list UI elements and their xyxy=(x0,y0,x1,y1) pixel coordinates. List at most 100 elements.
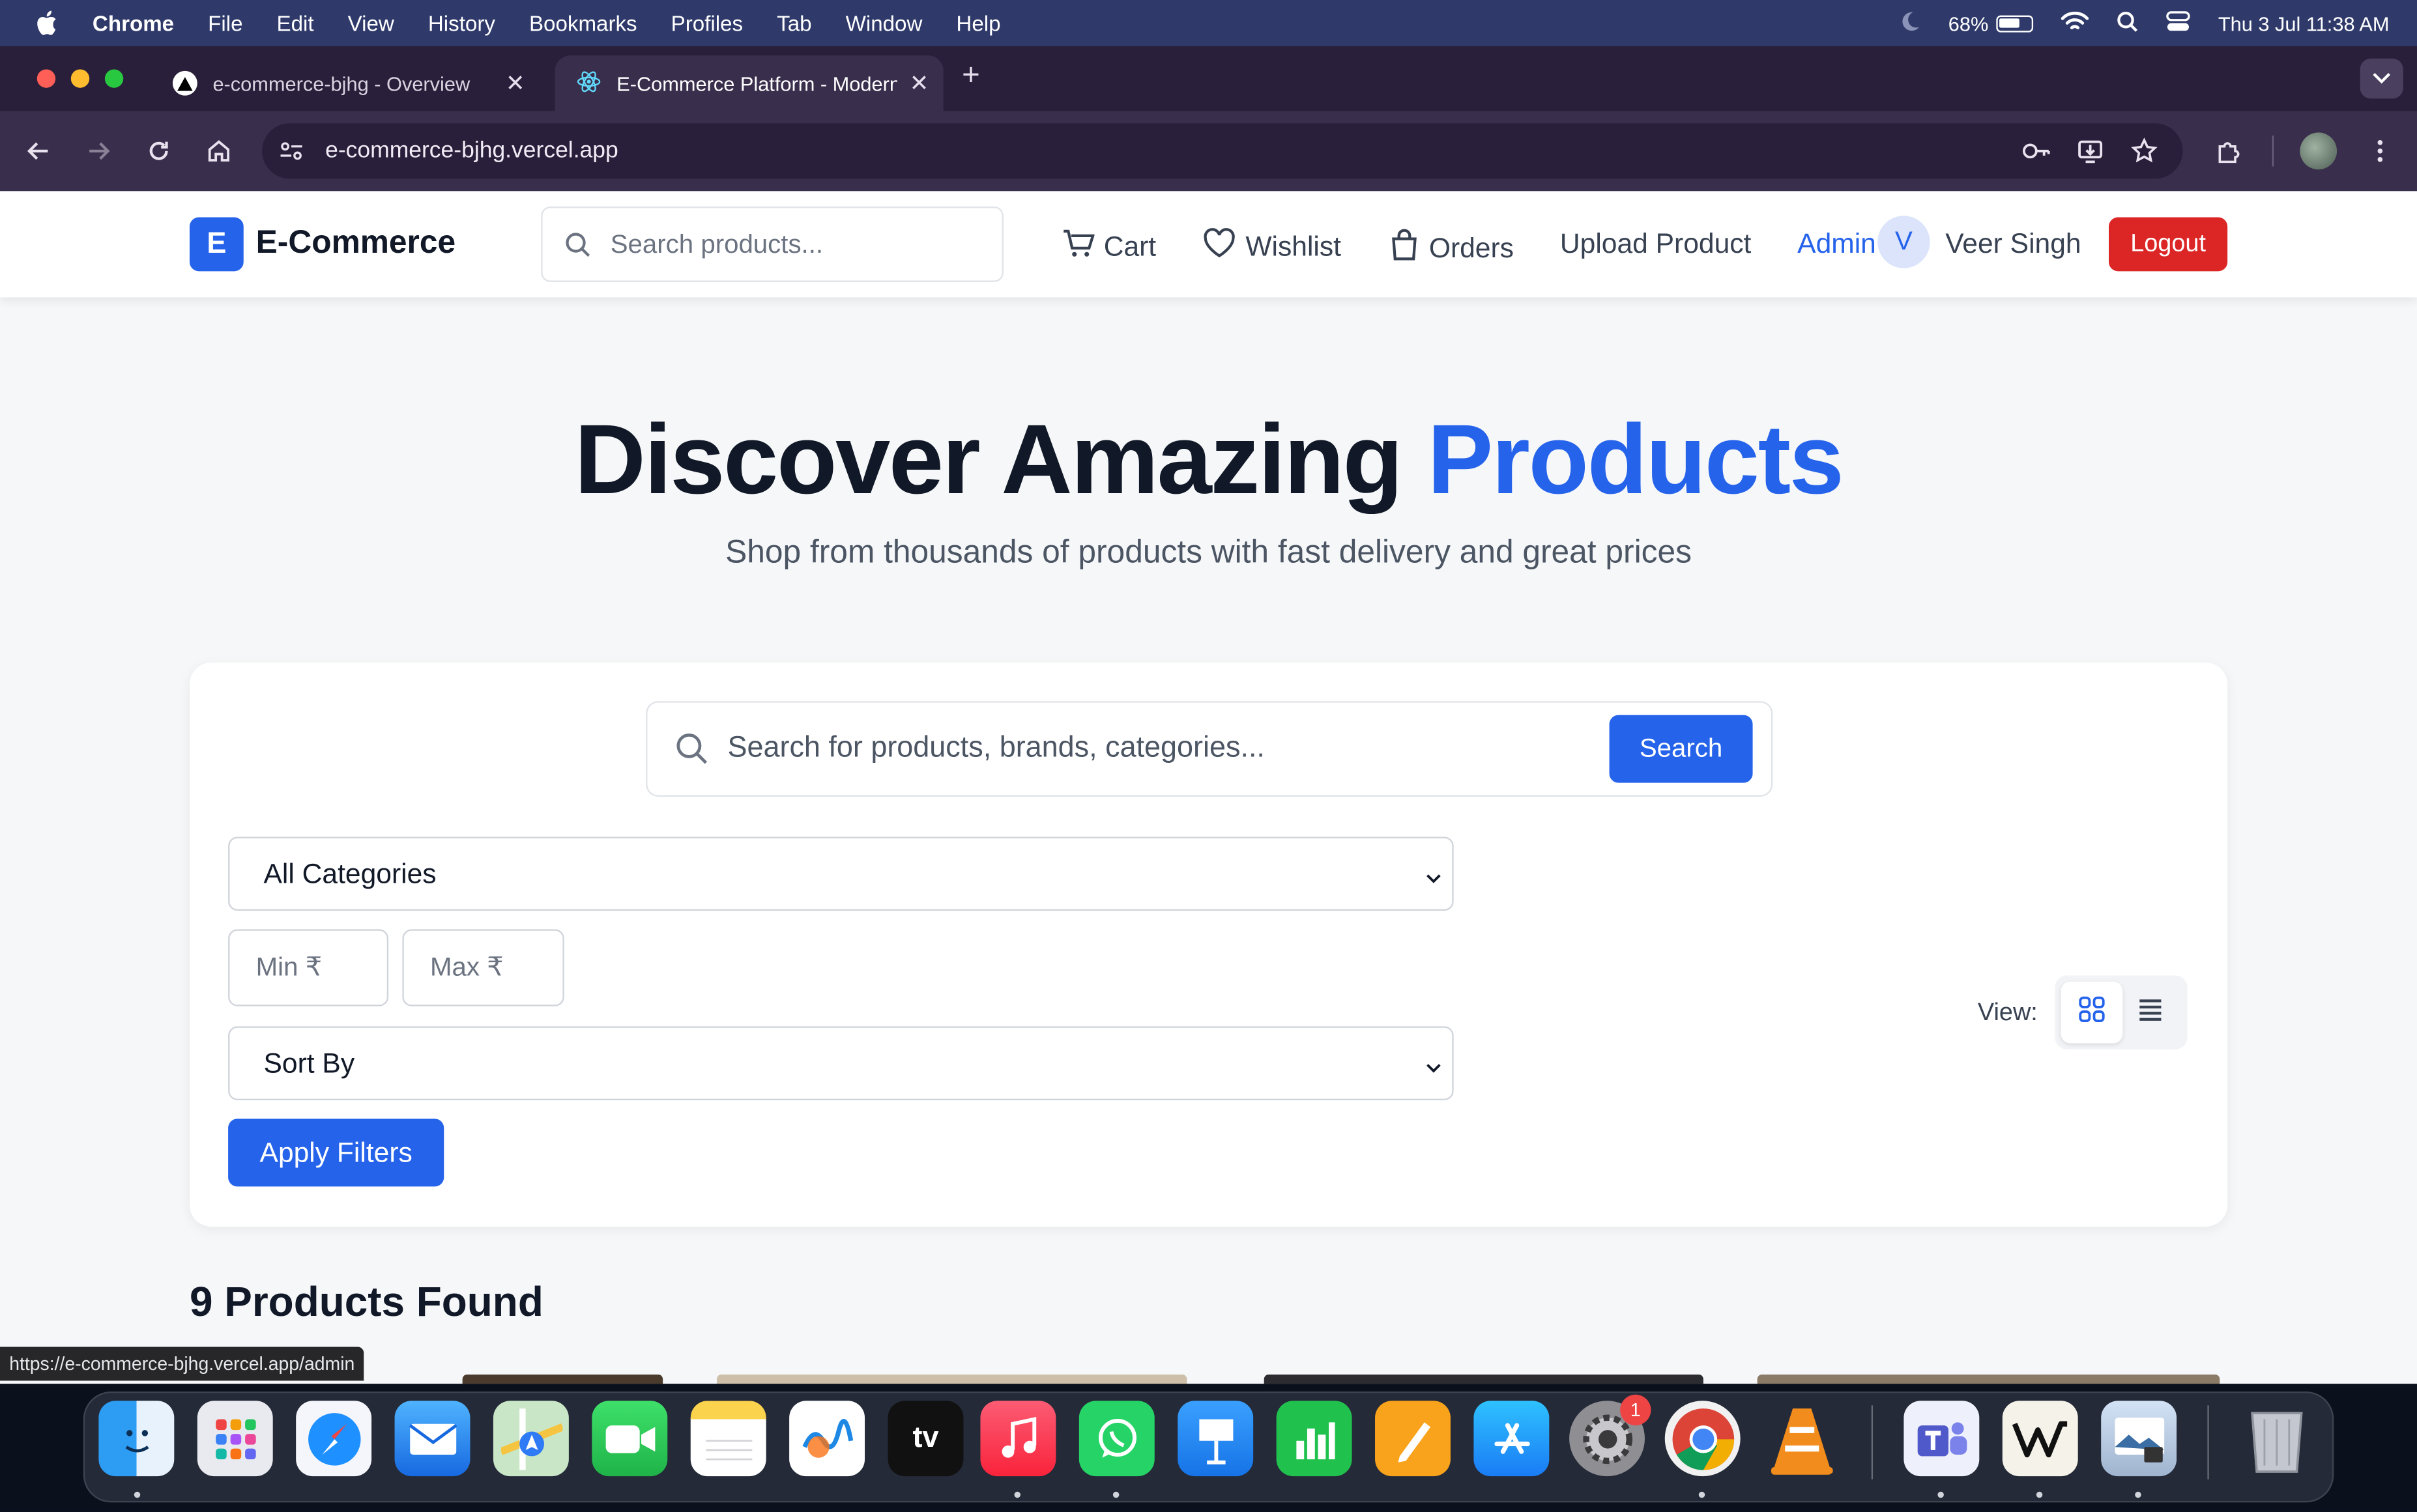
menu-view[interactable]: View xyxy=(348,11,394,36)
cart-icon xyxy=(1060,228,1095,266)
max-price-placeholder: Max ₹ xyxy=(429,952,504,982)
mail-icon[interactable] xyxy=(394,1401,470,1477)
address-bar[interactable]: e-commerce-bjhg.vercel.app xyxy=(262,123,2183,179)
hero-title: Discover Amazing Products xyxy=(0,402,2417,516)
grid-icon xyxy=(2078,995,2106,1030)
chevron-down-icon xyxy=(1425,1054,1443,1082)
hero-subtitle: Shop from thousands of products with fas… xyxy=(725,534,1692,571)
music-icon[interactable] xyxy=(980,1401,1056,1477)
reload-icon[interactable] xyxy=(145,137,173,165)
chrome-icon[interactable] xyxy=(1664,1401,1741,1477)
notion-icon[interactable] xyxy=(2002,1401,2078,1477)
dock-running-indicator xyxy=(1698,1491,1705,1498)
product-search-bar[interactable]: Search for products, brands, categories.… xyxy=(646,701,1773,797)
battery-level xyxy=(1999,18,2019,27)
trash-icon[interactable] xyxy=(2238,1401,2314,1476)
max-price-input[interactable]: Max ₹ xyxy=(402,929,564,1006)
sort-select[interactable]: Sort By xyxy=(228,1026,1454,1100)
nav-orders-link[interactable]: Orders xyxy=(1389,228,1514,270)
nav-cart-link[interactable]: Cart xyxy=(1060,228,1156,266)
logout-button[interactable]: Logout xyxy=(2109,217,2228,272)
menu-help[interactable]: Help xyxy=(956,11,1000,36)
menu-window[interactable]: Window xyxy=(846,11,923,36)
tab-search-chevron-icon[interactable] xyxy=(2360,58,2403,99)
more-vertical-icon[interactable] xyxy=(2366,137,2394,165)
nav-admin-link[interactable]: Admin xyxy=(1797,228,1876,261)
control-center-icon[interactable] xyxy=(2165,10,2190,36)
site-brand[interactable]: E-Commerce xyxy=(256,225,456,262)
menu-app-name[interactable]: Chrome xyxy=(93,11,174,36)
tab-title: e-commerce-bjhg - Overview xyxy=(212,71,470,95)
site-logo[interactable]: E xyxy=(189,217,244,272)
notes-icon[interactable] xyxy=(690,1401,766,1477)
url-text: e-commerce-bjhg.vercel.app xyxy=(325,137,618,164)
nav-search-input[interactable]: Search products... xyxy=(541,206,1004,282)
menu-file[interactable]: File xyxy=(208,11,242,36)
tab-close-icon[interactable]: ✕ xyxy=(506,69,525,97)
safari-icon[interactable] xyxy=(296,1401,372,1477)
launchpad-icon[interactable] xyxy=(197,1401,273,1477)
apply-filters-button[interactable]: Apply Filters xyxy=(228,1119,444,1187)
app-store-icon[interactable] xyxy=(1473,1401,1550,1477)
battery-icon xyxy=(1996,14,2033,32)
tab-ecommerce-platform[interactable]: E-Commerce Platform - Modern ✕ xyxy=(555,55,944,111)
pages-icon[interactable] xyxy=(1375,1401,1451,1477)
battery-status[interactable]: 68% xyxy=(1948,12,2033,35)
window-minimize-button[interactable] xyxy=(70,69,90,88)
window-close-button[interactable] xyxy=(36,69,56,88)
install-app-icon[interactable] xyxy=(2076,137,2104,173)
facetime-icon[interactable] xyxy=(592,1401,668,1477)
dock-running-indicator xyxy=(1014,1491,1020,1498)
menu-bookmarks[interactable]: Bookmarks xyxy=(529,11,637,36)
menu-profiles[interactable]: Profiles xyxy=(671,11,743,36)
finder-icon[interactable] xyxy=(98,1401,175,1477)
tab-close-icon[interactable]: ✕ xyxy=(910,69,929,97)
grid-view-button[interactable] xyxy=(2061,981,2123,1044)
profile-avatar[interactable] xyxy=(2300,132,2337,170)
site-info-icon[interactable] xyxy=(278,137,306,173)
bookmark-star-icon[interactable] xyxy=(2130,137,2158,173)
home-icon[interactable] xyxy=(205,137,233,165)
settings-notification-badge: 1 xyxy=(1620,1394,1651,1426)
menubar-clock[interactable]: Thu 3 Jul 11:38 AM xyxy=(2218,12,2390,35)
apple-icon[interactable] xyxy=(34,10,59,36)
vlc-icon[interactable] xyxy=(1763,1401,1839,1476)
wifi-icon[interactable] xyxy=(2061,10,2089,36)
list-icon xyxy=(2137,995,2165,1030)
back-arrow-icon[interactable] xyxy=(25,137,53,165)
new-tab-plus-icon[interactable]: + xyxy=(962,59,980,94)
min-price-input[interactable]: Min ₹ xyxy=(228,929,389,1006)
nav-upload-product-link[interactable]: Upload Product xyxy=(1560,228,1752,261)
view-label: View: xyxy=(1977,1000,2038,1027)
teams-icon[interactable] xyxy=(1903,1401,1980,1477)
preview-icon[interactable] xyxy=(2101,1401,2177,1477)
user-avatar[interactable]: V xyxy=(1877,216,1930,268)
products-found-heading: 9 Products Found xyxy=(189,1279,543,1326)
numbers-icon[interactable] xyxy=(1276,1401,1352,1477)
forward-arrow-icon[interactable] xyxy=(85,137,113,165)
menu-edit[interactable]: Edit xyxy=(277,11,314,36)
menu-tab[interactable]: Tab xyxy=(777,11,811,36)
apple-tv-icon[interactable]: tv xyxy=(888,1401,964,1477)
whatsapp-icon[interactable] xyxy=(1078,1401,1155,1477)
search-button[interactable]: Search xyxy=(1609,715,1753,783)
toolbar-divider xyxy=(2272,136,2274,167)
extensions-puzzle-icon[interactable] xyxy=(2215,137,2243,165)
moon-icon[interactable] xyxy=(1899,10,1920,36)
freeform-icon[interactable] xyxy=(789,1401,865,1477)
react-favicon-icon xyxy=(577,68,601,98)
list-view-button[interactable] xyxy=(2120,982,2182,1044)
nav-orders-label: Orders xyxy=(1428,233,1514,264)
user-name[interactable]: Veer Singh xyxy=(1945,228,2081,261)
category-select[interactable]: All Categories xyxy=(228,836,1454,911)
password-key-icon[interactable] xyxy=(2021,137,2051,173)
menu-history[interactable]: History xyxy=(428,11,495,36)
spotlight-search-icon[interactable] xyxy=(2117,10,2138,36)
keynote-icon[interactable] xyxy=(1178,1401,1254,1477)
sort-select-value: Sort By xyxy=(263,1048,355,1079)
product-search-placeholder: Search for products, brands, categories.… xyxy=(727,732,1265,765)
tab-vercel-overview[interactable]: e-commerce-bjhg - Overview ✕ xyxy=(151,55,552,111)
nav-wishlist-link[interactable]: Wishlist xyxy=(1202,228,1341,266)
window-zoom-button[interactable] xyxy=(104,69,124,88)
maps-icon[interactable] xyxy=(493,1401,569,1477)
